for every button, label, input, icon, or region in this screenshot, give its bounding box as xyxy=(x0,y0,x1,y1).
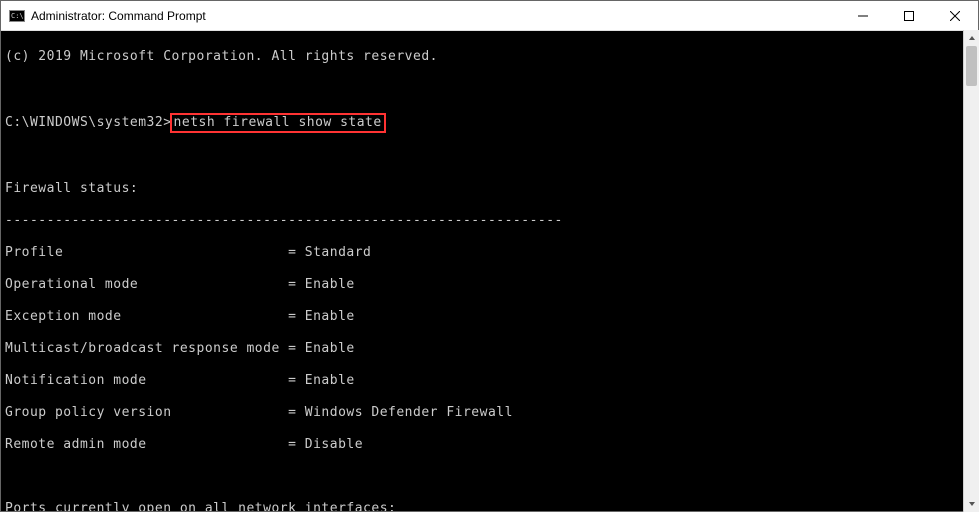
close-button[interactable] xyxy=(932,1,978,31)
scroll-up-button[interactable] xyxy=(964,30,979,46)
status-row: Remote admin mode = Disable xyxy=(5,437,974,453)
prompt: C:\WINDOWS\system32> xyxy=(5,115,172,130)
divider: ----------------------------------------… xyxy=(5,213,974,229)
status-row: Operational mode = Enable xyxy=(5,277,974,293)
vertical-scrollbar[interactable] xyxy=(963,30,979,512)
status-row: Exception mode = Enable xyxy=(5,309,974,325)
blank-line xyxy=(5,149,974,165)
window-title: Administrator: Command Prompt xyxy=(31,9,840,23)
status-row: Group policy version = Windows Defender … xyxy=(5,405,974,421)
scrollbar-thumb[interactable] xyxy=(966,46,977,86)
status-header: Firewall status: xyxy=(5,181,974,197)
window-frame: C:\ Administrator: Command Prompt (c) 20… xyxy=(0,0,979,512)
status-row: Notification mode = Enable xyxy=(5,373,974,389)
blank-line xyxy=(5,81,974,97)
titlebar[interactable]: C:\ Administrator: Command Prompt xyxy=(1,1,978,31)
status-row: Profile = Standard xyxy=(5,245,974,261)
scroll-down-button[interactable] xyxy=(964,496,979,512)
minimize-button[interactable] xyxy=(840,1,886,31)
ports-header: Ports currently open on all network inte… xyxy=(5,501,974,511)
cmd-prompt-icon: C:\ xyxy=(9,10,25,22)
maximize-button[interactable] xyxy=(886,1,932,31)
window-controls xyxy=(840,1,978,31)
terminal-output[interactable]: (c) 2019 Microsoft Corporation. All righ… xyxy=(1,31,978,511)
highlighted-command: netsh firewall show state xyxy=(170,113,386,133)
command-line: C:\WINDOWS\system32>netsh firewall show … xyxy=(5,113,974,133)
status-row: Multicast/broadcast response mode = Enab… xyxy=(5,341,974,357)
copyright-line: (c) 2019 Microsoft Corporation. All righ… xyxy=(5,49,974,65)
blank-line xyxy=(5,469,974,485)
scrollbar-track[interactable] xyxy=(964,46,979,496)
app-icon: C:\ xyxy=(9,8,25,24)
